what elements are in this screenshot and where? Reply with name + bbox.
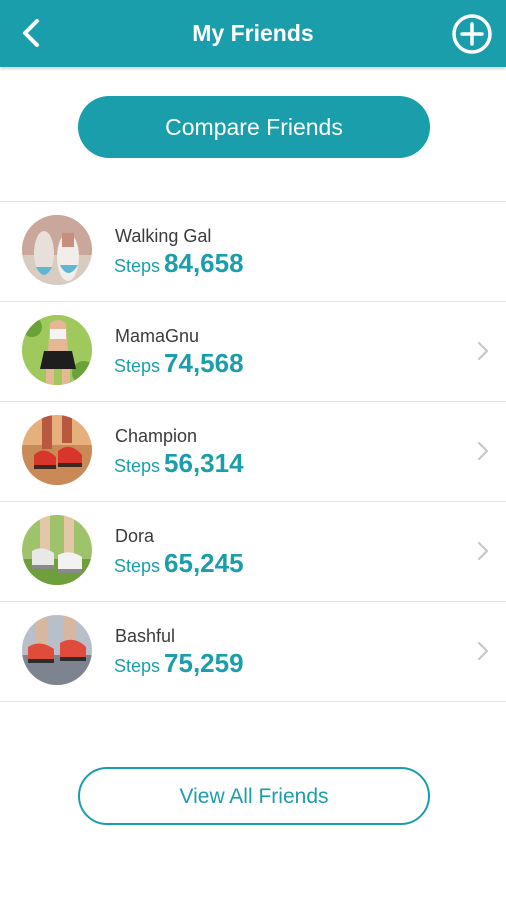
friend-name: Walking Gal <box>115 226 212 246</box>
steps-value: 75,259 <box>164 648 244 678</box>
page-title: My Friends <box>192 20 314 46</box>
running-shoes-avatar <box>22 415 92 485</box>
friend-name: Champion <box>115 426 198 446</box>
compare-friends-button[interactable]: Compare Friends <box>78 96 430 158</box>
chevron-right-icon <box>477 341 489 361</box>
view-all-friends-button[interactable]: View All Friends <box>78 767 430 825</box>
runner-feet-avatar <box>22 615 92 685</box>
friend-row[interactable]: Bashful Steps 75,259 <box>0 602 506 702</box>
friend-name: MamaGnu <box>115 326 200 346</box>
steps-count: Steps 56,314 <box>114 448 244 479</box>
sneakers-on-grass-avatar <box>22 515 92 585</box>
steps-label: Steps <box>114 456 161 476</box>
friend-name: Bashful <box>115 626 176 646</box>
chevron-right-icon <box>477 641 489 661</box>
steps-value: 65,245 <box>164 548 244 578</box>
chevron-right-icon <box>477 441 489 461</box>
chevron-right-icon <box>477 541 489 561</box>
steps-count: Steps 75,259 <box>114 648 244 679</box>
friend-list: Walking Gal Steps 84,658 MamaGnu Steps 7… <box>0 201 506 702</box>
friends-screen: My Friends Compare Friends Walking Gal S… <box>0 0 506 900</box>
steps-value: 56,314 <box>164 448 244 478</box>
steps-label: Steps <box>114 256 161 276</box>
steps-count: Steps 65,245 <box>114 548 244 579</box>
steps-count: Steps 74,568 <box>114 348 244 379</box>
friend-name: Dora <box>115 526 155 546</box>
steps-label: Steps <box>114 356 161 376</box>
add-friend-button[interactable] <box>450 12 494 56</box>
friend-row[interactable]: Champion Steps 56,314 <box>0 402 506 502</box>
steps-value: 84,658 <box>164 248 244 278</box>
friend-row[interactable]: Walking Gal Steps 84,658 <box>0 202 506 302</box>
jogging-woman-avatar <box>22 315 92 385</box>
app-header: My Friends <box>0 0 506 67</box>
plus-circle-icon <box>452 14 492 54</box>
steps-label: Steps <box>114 656 161 676</box>
friend-row[interactable]: Dora Steps 65,245 <box>0 502 506 602</box>
friend-row[interactable]: MamaGnu Steps 74,568 <box>0 302 506 402</box>
steps-value: 74,568 <box>164 348 244 378</box>
steps-count: Steps 84,658 <box>114 248 244 279</box>
steps-label: Steps <box>114 556 161 576</box>
walking-shoes-avatar <box>22 215 92 285</box>
